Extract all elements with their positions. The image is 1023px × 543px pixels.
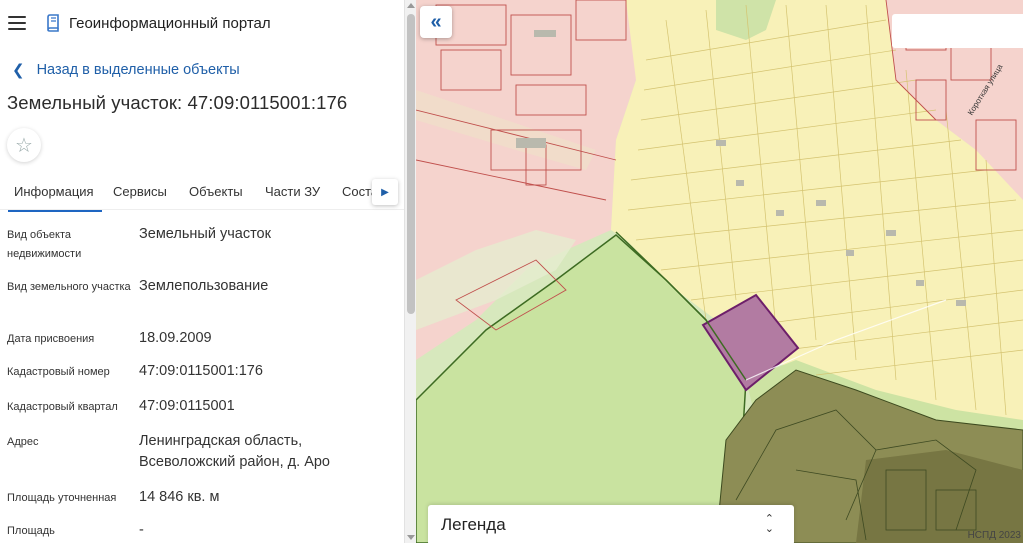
property-value: 47:09:0115001:176 — [139, 363, 263, 379]
info-panel: Геоинформационный портал ❮ Назад в выдел… — [0, 0, 404, 543]
app-window: Геоинформационный портал ❮ Назад в выдел… — [0, 0, 1023, 543]
hamburger-icon[interactable] — [8, 16, 26, 30]
back-to-selected-link[interactable]: ❮ Назад в выделенные объекты — [0, 52, 404, 88]
tab-information[interactable]: Информация — [8, 174, 102, 212]
property-row: Дата присвоения 18.09.2009 — [0, 328, 404, 361]
top-bar: Геоинформационный портал — [0, 0, 404, 46]
property-value: Землепользование — [139, 278, 269, 294]
property-value: 18.09.2009 — [139, 330, 212, 346]
expand-collapse-icon[interactable]: ⌃ ⌄ — [765, 514, 774, 535]
back-link-label: Назад в выделенные объекты — [36, 62, 240, 78]
legend-label: Легенда — [441, 515, 506, 534]
object-title: Земельный участок: 47:09:0115001:176 — [7, 92, 348, 113]
map-search-box[interactable] — [892, 14, 1023, 48]
tab-parts[interactable]: Части ЗУ — [265, 174, 320, 210]
tab-objects[interactable]: Объекты — [189, 174, 243, 210]
property-row: Кадастровый квартал 47:09:0115001 — [0, 396, 404, 431]
tab-services[interactable]: Сервисы — [113, 174, 167, 210]
property-key: Вид объекта недвижимости — [7, 229, 82, 260]
property-row: Вид объекта недвижимости Земельный участ… — [0, 224, 404, 276]
property-row: Адрес Ленинградская область, Всеволожски… — [0, 431, 404, 487]
property-row: Площадь уточненная 14 846 кв. м — [0, 487, 404, 520]
collapse-panel-button[interactable]: « — [420, 6, 452, 38]
properties-list: Вид объекта недвижимости Земельный участ… — [0, 224, 404, 543]
legend-panel[interactable]: Легенда ⌃ ⌄ — [428, 505, 794, 543]
map-canvas[interactable] — [416, 0, 1023, 543]
chevron-left-icon: ❮ — [12, 62, 25, 79]
property-row: Кадастровый номер 47:09:0115001:176 — [0, 361, 404, 396]
property-key: Дата присвоения — [7, 333, 95, 345]
panel-scrollbar[interactable] — [404, 0, 416, 543]
property-row: Площадь - — [0, 520, 404, 543]
tab-scroll-right-button[interactable]: ▶ — [372, 179, 398, 205]
property-key: Кадастровый квартал — [7, 401, 118, 413]
star-outline-icon[interactable]: ☆ — [7, 128, 41, 162]
map-view[interactable]: « Короткая улица Легенда ⌃ ⌄ НСПД 2023 — [416, 0, 1023, 543]
property-key: Кадастровый номер — [7, 366, 110, 378]
property-key: Адрес — [7, 436, 39, 448]
property-row: Вид земельного участка Землепользование — [0, 276, 404, 328]
scroll-thumb[interactable] — [407, 14, 415, 314]
property-key: Площадь — [7, 525, 55, 537]
portal-logo-icon — [47, 14, 59, 32]
property-value: - — [139, 522, 144, 538]
property-value: 47:09:0115001 — [139, 398, 235, 414]
app-title: Геоинформационный портал — [69, 14, 271, 32]
scroll-down-arrow-icon[interactable] — [407, 535, 415, 540]
property-key: Вид земельного участка — [7, 281, 131, 293]
scroll-up-arrow-icon[interactable] — [407, 3, 415, 8]
map-copyright: НСПД 2023 — [967, 530, 1021, 541]
property-value: Земельный участок — [139, 226, 271, 242]
property-value: 14 846 кв. м — [139, 489, 220, 505]
property-value: Ленинградская область, Всеволожский райо… — [139, 433, 330, 470]
property-key: Площадь уточненная — [7, 492, 117, 504]
tab-bar: Информация Сервисы Объекты Части ЗУ Сост… — [0, 174, 404, 212]
